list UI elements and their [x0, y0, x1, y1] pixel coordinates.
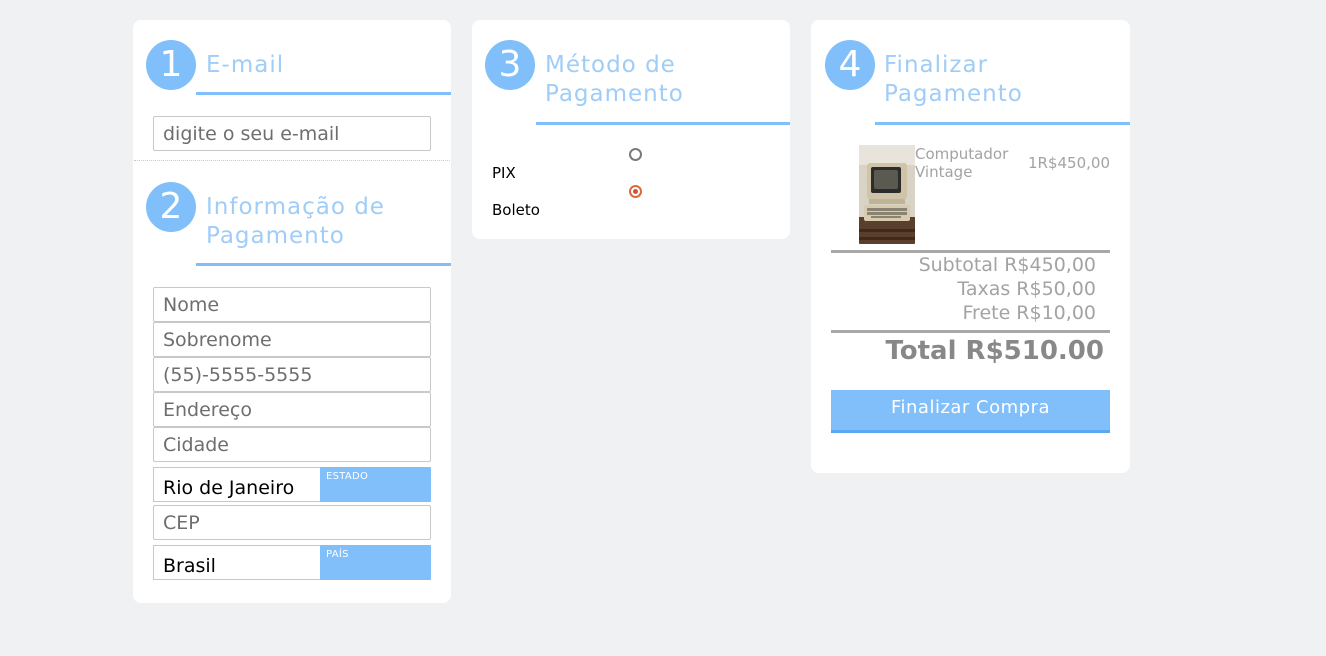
pais-value: Brasil [163, 555, 216, 577]
vintage-computer-image [859, 145, 915, 244]
summary-divider-bottom [831, 330, 1110, 333]
info-section-title: Informação de Pagamento [206, 193, 385, 251]
payment-method-card: 3 Método de Pagamento PIX Boleto [472, 20, 790, 239]
finalize-title: Finalizar Pagamento [884, 51, 1023, 109]
finalize-title-line2: Pagamento [884, 81, 1023, 107]
step-2-badge: 2 [146, 182, 196, 232]
email-input[interactable] [153, 116, 431, 151]
sobrenome-field[interactable] [153, 322, 431, 357]
estado-tag-label: ESTADO [326, 471, 369, 482]
step-4-badge: 4 [825, 40, 875, 90]
boleto-label: Boleto [492, 201, 540, 219]
payment-method-underline [536, 122, 790, 125]
endereco-field[interactable] [153, 392, 431, 427]
boleto-radio[interactable] [629, 185, 642, 198]
email-title-underline [196, 92, 451, 95]
info-title-line1: Informação de [206, 194, 385, 220]
subtotal-line: Subtotal R$450,00 [918, 254, 1096, 276]
finalize-card: 4 Finalizar Pagamento Computador Vintage… [811, 20, 1130, 473]
finalize-underline [875, 122, 1130, 125]
step-3-badge: 3 [485, 40, 535, 90]
pais-tag[interactable]: PAÍS [320, 545, 431, 580]
info-title-underline [196, 263, 451, 266]
total-line: Total R$510.00 [885, 336, 1104, 366]
email-and-info-card: 1 E-mail 2 Informação de Pagamento Rio d… [133, 20, 451, 603]
payment-method-title: Método de Pagamento [545, 51, 684, 109]
step-1-badge: 1 [146, 40, 196, 90]
product-price: 1R$450,00 [1028, 154, 1110, 172]
info-title-line2: Pagamento [206, 223, 345, 249]
finalize-title-line1: Finalizar [884, 52, 989, 78]
payment-method-title-line2: Pagamento [545, 81, 684, 107]
pix-radio[interactable] [629, 148, 642, 161]
shipping-line: Frete R$10,00 [962, 302, 1097, 324]
taxes-line: Taxas R$50,00 [957, 278, 1096, 300]
pais-tag-label: PAÍS [326, 549, 349, 560]
summary-divider-top [831, 250, 1110, 253]
pix-label: PIX [492, 164, 516, 182]
email-section-title: E-mail [206, 52, 285, 78]
nome-field[interactable] [153, 287, 431, 322]
finalize-purchase-button[interactable]: Finalizar Compra [831, 390, 1110, 433]
section-divider [134, 160, 450, 161]
cidade-field[interactable] [153, 427, 431, 462]
estado-value: Rio de Janeiro [163, 477, 295, 499]
telefone-field[interactable] [153, 357, 431, 392]
cep-field[interactable] [153, 505, 431, 540]
estado-tag[interactable]: ESTADO [320, 467, 431, 502]
payment-method-title-line1: Método de [545, 52, 676, 78]
product-name: Computador Vintage [915, 145, 1009, 181]
estado-select[interactable]: Rio de Janeiro ESTADO [153, 467, 431, 502]
pais-select[interactable]: Brasil PAÍS [153, 545, 431, 580]
